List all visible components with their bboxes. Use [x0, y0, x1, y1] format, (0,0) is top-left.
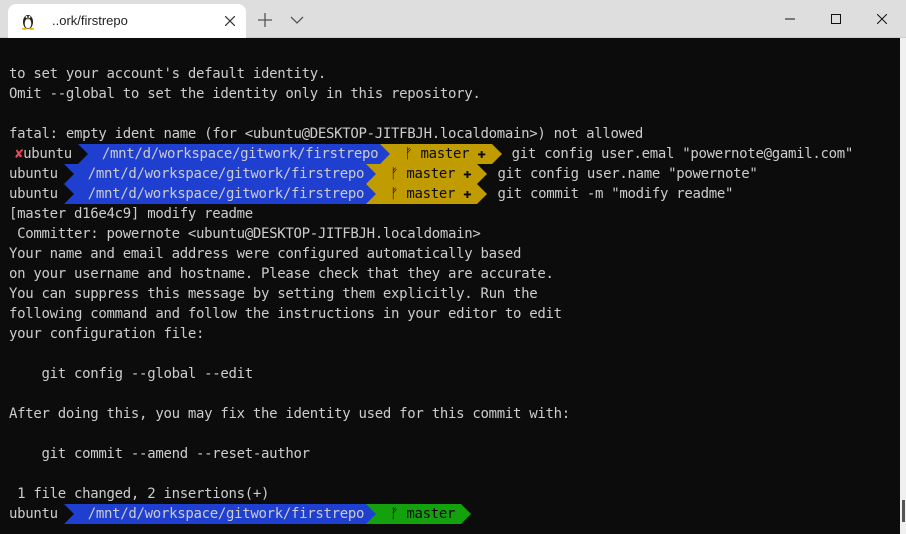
powerline-arrow-icon: [491, 144, 502, 164]
output-line: on your username and hostname. Please ch…: [9, 266, 554, 282]
powerline-arrow-icon: [380, 144, 391, 164]
prompt-command: git config user.name "powernote": [497, 166, 758, 182]
prompt-branch: ᚠ master ✚: [376, 164, 478, 184]
maximize-button[interactable]: [813, 0, 859, 38]
prompt-branch: ᚠ master: [376, 504, 462, 524]
maximize-icon: [831, 14, 841, 24]
prompt-path: /mnt/d/workspace/gitwork/firstrepo: [73, 164, 367, 184]
current-prompt-line: ubuntu /mnt/d/workspace/gitwork/firstrep…: [9, 504, 472, 524]
scrollbar[interactable]: [900, 38, 906, 534]
output-line: Committer: powernote <ubuntu@DESKTOP-JIT…: [9, 226, 481, 242]
output-line: git config --global --edit: [9, 366, 254, 382]
close-icon: [877, 14, 887, 24]
prompt-user: ubuntu: [9, 504, 64, 524]
prompt-command: git commit -m "modify readme": [497, 186, 734, 202]
output-line: your configuration file:: [9, 326, 205, 342]
prompt-line: ubuntu /mnt/d/workspace/gitwork/firstrep…: [9, 184, 733, 204]
terminal-tab[interactable]: ..ork/firstrepo: [8, 4, 246, 38]
prompt-user: ubuntu: [9, 164, 64, 184]
prompt-user: ✘ ubuntu: [9, 144, 78, 164]
tab-title: ..ork/firstrepo: [52, 13, 128, 28]
output-line: git commit --amend --reset-author: [9, 446, 311, 462]
powerline-arrow-icon: [477, 184, 488, 204]
prompt-branch: ᚠ master ✚: [390, 144, 492, 164]
prompt-line: ubuntu /mnt/d/workspace/gitwork/firstrep…: [9, 164, 758, 184]
output-line: 1 file changed, 2 insertions(+): [9, 486, 270, 502]
output-line: [master d16e4c9] modify readme: [9, 206, 253, 222]
output-line: fatal: empty ident name (for <ubuntu@DES…: [9, 126, 644, 142]
error-mark-icon: ✘: [15, 146, 24, 162]
new-tab-plus-icon[interactable]: [256, 11, 274, 29]
minimize-icon: [785, 18, 795, 20]
output-line: to set your account's default identity.: [9, 66, 327, 82]
title-bar: ..ork/firstrepo: [0, 0, 906, 38]
prompt-user: ubuntu: [9, 184, 64, 204]
powerline-arrow-icon: [366, 164, 377, 184]
prompt-branch: ᚠ master ✚: [376, 184, 478, 204]
powerline-arrow-icon: [63, 164, 74, 184]
prompt-path: /mnt/d/workspace/gitwork/firstrepo: [87, 144, 381, 164]
minimize-button[interactable]: [767, 0, 813, 38]
powerline-arrow-icon: [63, 184, 74, 204]
output-line: Your name and email address were configu…: [9, 246, 522, 262]
output-line: Omit --global to set the identity only i…: [9, 86, 481, 102]
scrollbar-thumb[interactable]: [902, 500, 905, 522]
powerline-arrow-icon: [477, 164, 488, 184]
close-window-button[interactable]: [859, 0, 905, 38]
powerline-arrow-icon: [461, 504, 472, 524]
powerline-arrow-icon: [77, 144, 88, 164]
prompt-path: /mnt/d/workspace/gitwork/firstrepo: [73, 184, 367, 204]
output-line: After doing this, you may fix the identi…: [9, 406, 570, 422]
powerline-arrow-icon: [366, 184, 377, 204]
powerline-arrow-icon: [366, 504, 377, 524]
prompt-line: ✘ ubuntu /mnt/d/workspace/gitwork/firstr…: [9, 144, 853, 164]
output-line: You can suppress this message by setting…: [9, 286, 538, 302]
linux-penguin-icon: [22, 15, 34, 30]
prompt-path: /mnt/d/workspace/gitwork/firstrepo: [73, 504, 367, 524]
tab-close-icon[interactable]: [222, 13, 238, 29]
terminal-output[interactable]: to set your account's default identity. …: [0, 38, 900, 534]
powerline-arrow-icon: [63, 504, 74, 524]
prompt-command: git config user.emal "powernote@gamil.co…: [511, 146, 854, 162]
output-line: following command and follow the instruc…: [9, 306, 562, 322]
chevron-down-icon[interactable]: [289, 13, 305, 27]
